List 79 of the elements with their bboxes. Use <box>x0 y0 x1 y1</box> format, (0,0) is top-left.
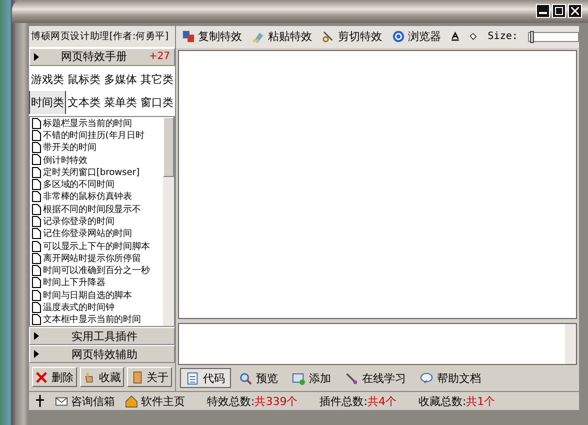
scrollbar[interactable] <box>565 324 576 364</box>
expand-arrow-icon <box>34 52 39 61</box>
output-area[interactable] <box>178 323 577 365</box>
status-link[interactable]: 咨询信箱 <box>55 394 115 408</box>
effect-item[interactable]: 带开关的时间 <box>30 142 163 154</box>
manual-title: 网页特效手册 <box>60 49 128 64</box>
mail-icon <box>55 394 68 408</box>
effect-item[interactable]: 标题栏显示当前的时间 <box>30 116 163 130</box>
action-button[interactable]: 收藏 <box>80 367 124 387</box>
document-icon <box>32 302 41 314</box>
slider-thumb[interactable] <box>530 30 534 43</box>
toolbar-button[interactable]: 剪切特效 <box>322 29 382 44</box>
maximize-button[interactable] <box>552 4 566 18</box>
effect-item[interactable]: 非常棒的鼠标仿真钟表 <box>30 190 163 204</box>
effect-item[interactable]: 不错的时间挂历(年月日时 <box>30 129 163 142</box>
effect-item[interactable]: 记录你登录的时间 <box>30 215 163 228</box>
document-icon <box>32 179 41 190</box>
action-button[interactable]: 删除 <box>32 367 77 387</box>
document-icon <box>32 154 41 166</box>
view-tab[interactable]: 代码 <box>180 368 231 388</box>
delete-icon <box>35 370 48 384</box>
effect-item[interactable]: 温度表式的时间钟 <box>30 301 163 314</box>
toolbar-button[interactable]: 复制特效 <box>182 29 242 44</box>
scrollbar[interactable] <box>163 116 174 326</box>
font-icon[interactable] <box>451 30 460 44</box>
manual-header[interactable]: 网页特效手册 +27 <box>29 48 175 66</box>
effect-item[interactable]: 倒计时特效 <box>30 154 163 166</box>
home-icon <box>125 394 138 408</box>
document-icon <box>32 265 41 276</box>
size-label: Size: <box>488 31 518 42</box>
minimize-button[interactable] <box>536 4 550 18</box>
effect-item[interactable]: 记住你登录网站的时间 <box>30 228 163 240</box>
effect-item[interactable]: 文本框中显示当前的时间 <box>30 314 163 326</box>
document-icon <box>32 277 41 288</box>
effect-item[interactable]: 多区域的不同时间 <box>30 178 163 191</box>
document-icon <box>32 130 41 141</box>
toolbar-button[interactable]: 粘贴特效 <box>252 29 312 44</box>
window-add-icon <box>292 372 305 384</box>
count-label: +27 <box>148 51 170 62</box>
effect-item[interactable]: 离开网站时提示你所停留 <box>30 252 163 265</box>
document-icon <box>32 290 41 301</box>
close-icon <box>571 7 579 16</box>
effect-item[interactable]: 定时关闭窗口[browser] <box>30 166 163 178</box>
document-icon <box>32 142 41 154</box>
category-tab[interactable]: 时间类 <box>29 90 66 114</box>
effect-item[interactable]: 时间可以准确到百分之一秒 <box>30 264 163 277</box>
help-icon <box>420 372 433 384</box>
copy-icon <box>182 30 195 44</box>
document-icon <box>32 166 41 178</box>
effect-item[interactable]: 可以显示上下午的时间脚本 <box>30 240 163 252</box>
search-icon <box>239 372 252 384</box>
effect-item[interactable]: 时间与日期自选的脚本 <box>30 289 163 302</box>
effect-item[interactable]: 时间上下升降器 <box>30 276 163 290</box>
browser-icon <box>392 30 405 44</box>
section-header[interactable]: 网页特效辅助 <box>29 345 175 363</box>
maximize-icon <box>555 7 563 16</box>
stat-text: 特效总数:共339个 <box>207 394 298 408</box>
document-icon <box>32 216 41 227</box>
window-title: 博硕网页设计助理[作者:何勇平] <box>29 26 175 48</box>
stat-text: 收藏总数:共1个 <box>418 394 496 408</box>
brush-icon <box>252 30 265 44</box>
document-icon <box>32 228 41 240</box>
action-button[interactable]: 关于 <box>127 367 172 387</box>
document-icon <box>32 252 41 264</box>
status-link[interactable]: 软件主页 <box>125 394 185 408</box>
document-icon <box>32 240 41 252</box>
stat-text: 插件总数:共4个 <box>320 394 396 408</box>
expand-arrow-icon <box>34 332 39 340</box>
document-icon <box>130 370 144 384</box>
expand-arrow-icon <box>34 350 39 358</box>
effect-item[interactable]: 根据不同的时间段显示不 <box>30 203 163 216</box>
document-icon <box>32 204 41 215</box>
toolbar-button[interactable]: 浏览器 <box>392 29 441 44</box>
document-icon <box>32 191 41 202</box>
close-button[interactable] <box>568 4 582 18</box>
size-slider[interactable] <box>528 32 579 42</box>
wand-icon <box>345 372 358 384</box>
document-icon <box>186 372 199 384</box>
section-header[interactable]: 实用工具插件 <box>29 327 175 345</box>
